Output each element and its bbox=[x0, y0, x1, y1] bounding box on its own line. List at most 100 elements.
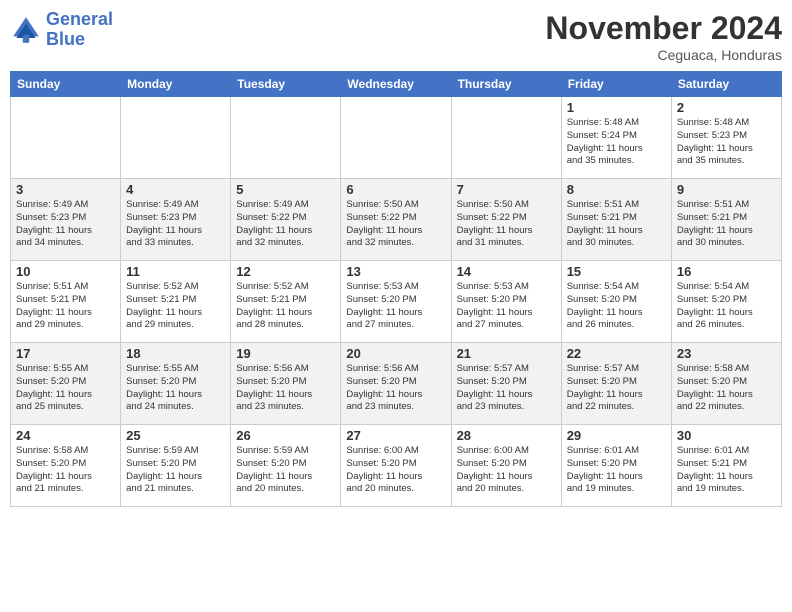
calendar-cell: 18Sunrise: 5:55 AM Sunset: 5:20 PM Dayli… bbox=[121, 343, 231, 425]
calendar-cell: 20 Sunrise: 5:56 AM Sunset: 5:20 PM Dayli… bbox=[341, 343, 451, 425]
day-number: 23 bbox=[677, 346, 776, 361]
calendar-cell: 26 Sunrise: 5:59 AM Sunset: 5:20 PM Dayli… bbox=[231, 425, 341, 507]
calendar-week-row: 1 Sunrise: 5:48 AM Sunset: 5:24 PM Daylig… bbox=[11, 97, 782, 179]
day-info: Sunrise: 5:54 AM Sunset: 5:20 PM Dayligh… bbox=[567, 281, 666, 332]
day-number: 17 bbox=[16, 346, 115, 361]
day-number: 19 bbox=[236, 346, 335, 361]
day-number: 2 bbox=[677, 100, 776, 115]
calendar-week-row: 10Sunrise: 5:51 AM Sunset: 5:21 PM Dayli… bbox=[11, 261, 782, 343]
day-number: 24 bbox=[16, 428, 115, 443]
day-number: 25 bbox=[126, 428, 225, 443]
calendar-cell: 11Sunrise: 5:52 AM Sunset: 5:21 PM Dayli… bbox=[121, 261, 231, 343]
calendar-header-row: SundayMondayTuesdayWednesdayThursdayFrid… bbox=[11, 72, 782, 97]
col-header-sunday: Sunday bbox=[11, 72, 121, 97]
day-number: 28 bbox=[457, 428, 556, 443]
calendar-cell: 28 Sunrise: 6:00 AM Sunset: 5:20 PM Dayli… bbox=[451, 425, 561, 507]
day-number: 29 bbox=[567, 428, 666, 443]
day-info: Sunrise: 6:00 AM Sunset: 5:20 PM Dayligh… bbox=[457, 445, 556, 496]
day-number: 14 bbox=[457, 264, 556, 279]
day-number: 12 bbox=[236, 264, 335, 279]
day-info: Sunrise: 5:49 AM Sunset: 5:22 PM Dayligh… bbox=[236, 199, 335, 250]
calendar-table: SundayMondayTuesdayWednesdayThursdayFrid… bbox=[10, 71, 782, 507]
day-number: 10 bbox=[16, 264, 115, 279]
col-header-monday: Monday bbox=[121, 72, 231, 97]
day-info: Sunrise: 5:53 AM Sunset: 5:20 PM Dayligh… bbox=[346, 281, 445, 332]
day-number: 13 bbox=[346, 264, 445, 279]
day-info: Sunrise: 5:51 AM Sunset: 5:21 PM Dayligh… bbox=[567, 199, 666, 250]
day-number: 1 bbox=[567, 100, 666, 115]
calendar-cell: 16 Sunrise: 5:54 AM Sunset: 5:20 PM Dayli… bbox=[671, 261, 781, 343]
calendar-cell bbox=[121, 97, 231, 179]
day-info: Sunrise: 5:52 AM Sunset: 5:21 PM Dayligh… bbox=[236, 281, 335, 332]
logo: General Blue bbox=[10, 10, 113, 50]
calendar-cell: 23Sunrise: 5:58 AM Sunset: 5:20 PM Dayli… bbox=[671, 343, 781, 425]
day-info: Sunrise: 5:57 AM Sunset: 5:20 PM Dayligh… bbox=[457, 363, 556, 414]
day-number: 6 bbox=[346, 182, 445, 197]
day-number: 26 bbox=[236, 428, 335, 443]
day-number: 16 bbox=[677, 264, 776, 279]
day-number: 15 bbox=[567, 264, 666, 279]
day-info: Sunrise: 5:51 AM Sunset: 5:21 PM Dayligh… bbox=[677, 199, 776, 250]
calendar-cell: 24Sunrise: 5:58 AM Sunset: 5:20 PM Dayli… bbox=[11, 425, 121, 507]
day-info: Sunrise: 6:00 AM Sunset: 5:20 PM Dayligh… bbox=[346, 445, 445, 496]
calendar-cell: 2 Sunrise: 5:48 AM Sunset: 5:23 PM Daylig… bbox=[671, 97, 781, 179]
day-info: Sunrise: 5:59 AM Sunset: 5:20 PM Dayligh… bbox=[236, 445, 335, 496]
day-number: 7 bbox=[457, 182, 556, 197]
day-info: Sunrise: 6:01 AM Sunset: 5:21 PM Dayligh… bbox=[677, 445, 776, 496]
calendar-cell: 30Sunrise: 6:01 AM Sunset: 5:21 PM Dayli… bbox=[671, 425, 781, 507]
calendar-cell bbox=[341, 97, 451, 179]
day-number: 8 bbox=[567, 182, 666, 197]
calendar-cell: 8 Sunrise: 5:51 AM Sunset: 5:21 PM Daylig… bbox=[561, 179, 671, 261]
day-info: Sunrise: 6:01 AM Sunset: 5:20 PM Dayligh… bbox=[567, 445, 666, 496]
calendar-cell bbox=[231, 97, 341, 179]
calendar-cell: 21 Sunrise: 5:57 AM Sunset: 5:20 PM Dayli… bbox=[451, 343, 561, 425]
logo-icon bbox=[10, 14, 42, 46]
day-number: 11 bbox=[126, 264, 225, 279]
calendar-cell: 4Sunrise: 5:49 AM Sunset: 5:23 PM Daylig… bbox=[121, 179, 231, 261]
day-info: Sunrise: 5:48 AM Sunset: 5:24 PM Dayligh… bbox=[567, 117, 666, 168]
month-title: November 2024 bbox=[545, 10, 782, 47]
day-info: Sunrise: 5:56 AM Sunset: 5:20 PM Dayligh… bbox=[346, 363, 445, 414]
day-info: Sunrise: 5:59 AM Sunset: 5:20 PM Dayligh… bbox=[126, 445, 225, 496]
day-info: Sunrise: 5:50 AM Sunset: 5:22 PM Dayligh… bbox=[346, 199, 445, 250]
day-number: 21 bbox=[457, 346, 556, 361]
day-info: Sunrise: 5:49 AM Sunset: 5:23 PM Dayligh… bbox=[126, 199, 225, 250]
calendar-cell: 15 Sunrise: 5:54 AM Sunset: 5:20 PM Dayli… bbox=[561, 261, 671, 343]
calendar-cell: 25 Sunrise: 5:59 AM Sunset: 5:20 PM Dayli… bbox=[121, 425, 231, 507]
day-number: 20 bbox=[346, 346, 445, 361]
calendar-cell: 29 Sunrise: 6:01 AM Sunset: 5:20 PM Dayli… bbox=[561, 425, 671, 507]
day-number: 9 bbox=[677, 182, 776, 197]
day-number: 5 bbox=[236, 182, 335, 197]
logo-blue: Blue bbox=[46, 29, 85, 49]
day-number: 22 bbox=[567, 346, 666, 361]
day-info: Sunrise: 5:56 AM Sunset: 5:20 PM Dayligh… bbox=[236, 363, 335, 414]
col-header-wednesday: Wednesday bbox=[341, 72, 451, 97]
col-header-friday: Friday bbox=[561, 72, 671, 97]
calendar-week-row: 17Sunrise: 5:55 AM Sunset: 5:20 PM Dayli… bbox=[11, 343, 782, 425]
calendar-week-row: 3Sunrise: 5:49 AM Sunset: 5:23 PM Daylig… bbox=[11, 179, 782, 261]
calendar-week-row: 24Sunrise: 5:58 AM Sunset: 5:20 PM Dayli… bbox=[11, 425, 782, 507]
calendar-cell: 5 Sunrise: 5:49 AM Sunset: 5:22 PM Daylig… bbox=[231, 179, 341, 261]
calendar-cell: 22Sunrise: 5:57 AM Sunset: 5:20 PM Dayli… bbox=[561, 343, 671, 425]
calendar-cell: 10Sunrise: 5:51 AM Sunset: 5:21 PM Dayli… bbox=[11, 261, 121, 343]
calendar-cell: 27 Sunrise: 6:00 AM Sunset: 5:20 PM Dayli… bbox=[341, 425, 451, 507]
calendar-cell: 7Sunrise: 5:50 AM Sunset: 5:22 PM Daylig… bbox=[451, 179, 561, 261]
calendar-cell bbox=[451, 97, 561, 179]
location-subtitle: Ceguaca, Honduras bbox=[545, 47, 782, 63]
col-header-tuesday: Tuesday bbox=[231, 72, 341, 97]
day-info: Sunrise: 5:48 AM Sunset: 5:23 PM Dayligh… bbox=[677, 117, 776, 168]
calendar-cell: 13 Sunrise: 5:53 AM Sunset: 5:20 PM Dayli… bbox=[341, 261, 451, 343]
calendar-cell: 3Sunrise: 5:49 AM Sunset: 5:23 PM Daylig… bbox=[11, 179, 121, 261]
calendar-cell: 17Sunrise: 5:55 AM Sunset: 5:20 PM Dayli… bbox=[11, 343, 121, 425]
calendar-cell: 19 Sunrise: 5:56 AM Sunset: 5:20 PM Dayli… bbox=[231, 343, 341, 425]
calendar-cell: 12 Sunrise: 5:52 AM Sunset: 5:21 PM Dayli… bbox=[231, 261, 341, 343]
logo-general: General bbox=[46, 9, 113, 29]
calendar-cell: 6 Sunrise: 5:50 AM Sunset: 5:22 PM Daylig… bbox=[341, 179, 451, 261]
day-info: Sunrise: 5:54 AM Sunset: 5:20 PM Dayligh… bbox=[677, 281, 776, 332]
calendar-cell bbox=[11, 97, 121, 179]
logo-text: General Blue bbox=[46, 10, 113, 50]
title-block: November 2024 Ceguaca, Honduras bbox=[545, 10, 782, 63]
col-header-thursday: Thursday bbox=[451, 72, 561, 97]
day-number: 27 bbox=[346, 428, 445, 443]
day-info: Sunrise: 5:49 AM Sunset: 5:23 PM Dayligh… bbox=[16, 199, 115, 250]
